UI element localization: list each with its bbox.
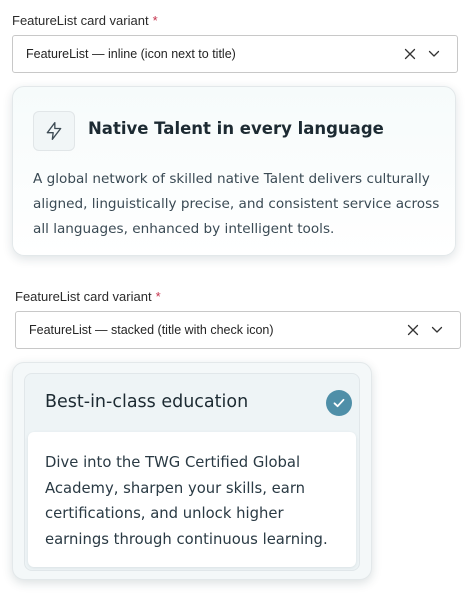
variant-select-1[interactable]: FeatureList — inline (icon next to title… bbox=[12, 35, 458, 73]
chevron-down-icon[interactable] bbox=[428, 321, 446, 339]
feature-card-inner: Best-in-class education Dive into the TW… bbox=[24, 373, 360, 571]
lightning-icon bbox=[33, 111, 75, 151]
clear-icon[interactable] bbox=[404, 321, 422, 339]
chevron-down-icon[interactable] bbox=[425, 45, 443, 63]
feature-card-stacked: Best-in-class education Dive into the TW… bbox=[12, 362, 372, 580]
feature-description: A global network of skilled native Talen… bbox=[33, 171, 440, 237]
required-mark: * bbox=[152, 13, 158, 28]
feature-card-inline: Native Talent in every language A global… bbox=[12, 86, 456, 256]
variant-select-value: FeatureList — inline (icon next to title… bbox=[26, 47, 236, 61]
variant-label-text: FeatureList card variant bbox=[15, 289, 152, 304]
variant-label-text: FeatureList card variant bbox=[12, 13, 149, 28]
variant-label-2: FeatureList card variant * bbox=[15, 289, 161, 304]
variant-select-2[interactable]: FeatureList — stacked (title with check … bbox=[15, 311, 461, 349]
clear-icon[interactable] bbox=[401, 45, 419, 63]
feature-description: Dive into the TWG Certified Global Acade… bbox=[45, 454, 328, 548]
feature-body: Dive into the TWG Certified Global Acade… bbox=[28, 432, 356, 567]
feature-title: Native Talent in every language bbox=[88, 119, 384, 138]
required-mark: * bbox=[155, 289, 161, 304]
variant-select-value: FeatureList — stacked (title with check … bbox=[29, 323, 274, 337]
feature-title: Best-in-class education bbox=[45, 392, 249, 412]
check-icon bbox=[326, 390, 352, 416]
variant-label-1: FeatureList card variant * bbox=[12, 13, 158, 28]
